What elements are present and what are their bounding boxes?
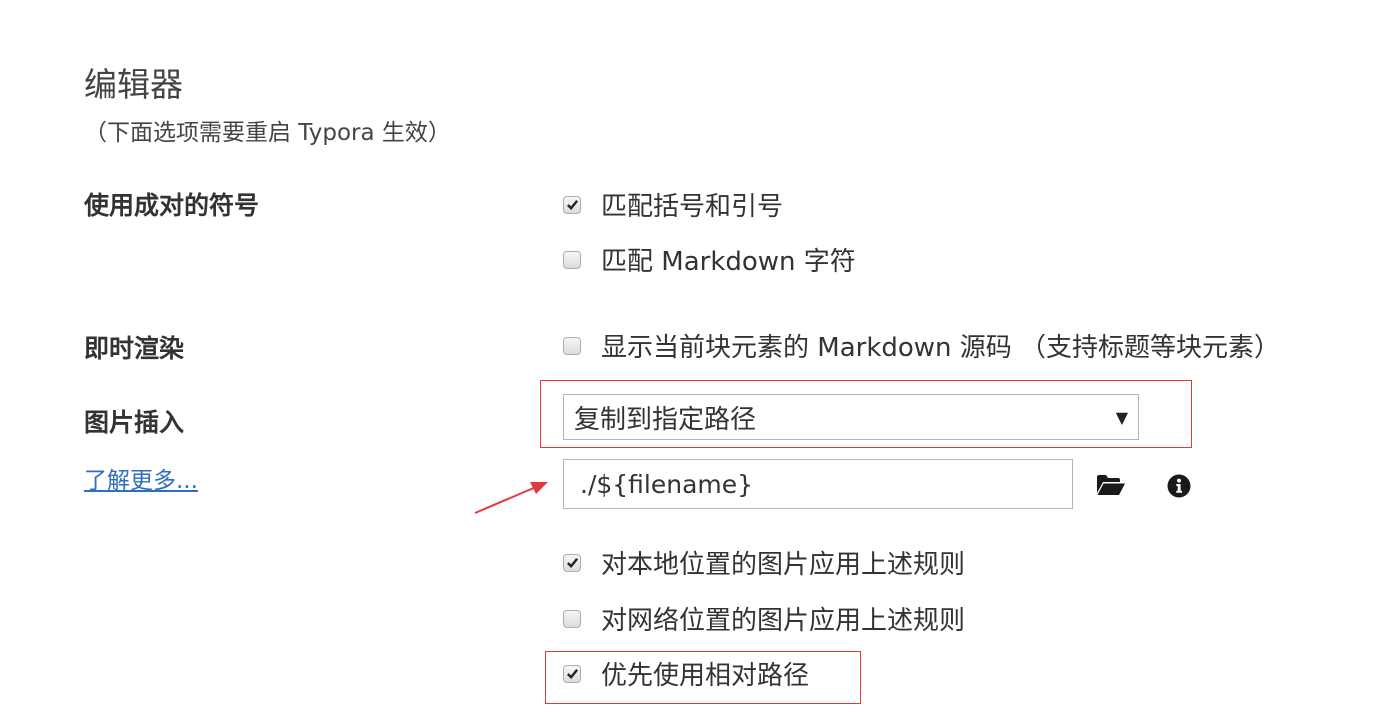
live-render-label: 即时渲染 bbox=[84, 334, 185, 363]
apply-local-option[interactable]: 对本地位置的图片应用上述规则 bbox=[563, 544, 965, 581]
check-icon bbox=[566, 200, 578, 211]
folder-open-icon[interactable] bbox=[1096, 474, 1126, 500]
apply-online-label: 对网络位置的图片应用上述规则 bbox=[601, 606, 966, 636]
image-path-input[interactable]: ./${filename} bbox=[563, 459, 1073, 509]
match-brackets-checkbox[interactable] bbox=[563, 195, 581, 214]
learn-more-link[interactable]: 了解更多... bbox=[84, 461, 198, 495]
apply-local-label: 对本地位置的图片应用上述规则 bbox=[601, 550, 966, 580]
info-circle-icon[interactable] bbox=[1167, 474, 1191, 502]
show-source-checkbox[interactable] bbox=[563, 336, 581, 355]
show-source-option[interactable]: 显示当前块元素的 Markdown 源码 （支持标题等块元素） bbox=[563, 327, 1280, 364]
show-source-label: 显示当前块元素的 Markdown 源码 （支持标题等块元素） bbox=[601, 333, 1281, 363]
match-markdown-option[interactable]: 匹配 Markdown 字符 bbox=[563, 241, 856, 278]
annotation-arrow-icon bbox=[474, 482, 548, 514]
match-markdown-label: 匹配 Markdown 字符 bbox=[601, 247, 856, 277]
annotation-box-select bbox=[540, 380, 1192, 448]
apply-local-checkbox[interactable] bbox=[563, 553, 581, 572]
section-title: 编辑器 bbox=[84, 65, 183, 104]
apply-online-checkbox[interactable] bbox=[563, 609, 581, 628]
section-note: （下面选项需要重启 Typora 生效） bbox=[84, 120, 451, 146]
apply-online-option[interactable]: 对网络位置的图片应用上述规则 bbox=[563, 600, 965, 637]
check-icon bbox=[566, 558, 578, 569]
match-brackets-label: 匹配括号和引号 bbox=[601, 192, 784, 222]
match-brackets-option[interactable]: 匹配括号和引号 bbox=[563, 186, 783, 223]
pair-symbols-label: 使用成对的符号 bbox=[84, 191, 260, 220]
image-insert-label: 图片插入 bbox=[84, 408, 185, 437]
match-markdown-checkbox[interactable] bbox=[563, 250, 581, 269]
annotation-box-relative-path bbox=[545, 651, 861, 704]
